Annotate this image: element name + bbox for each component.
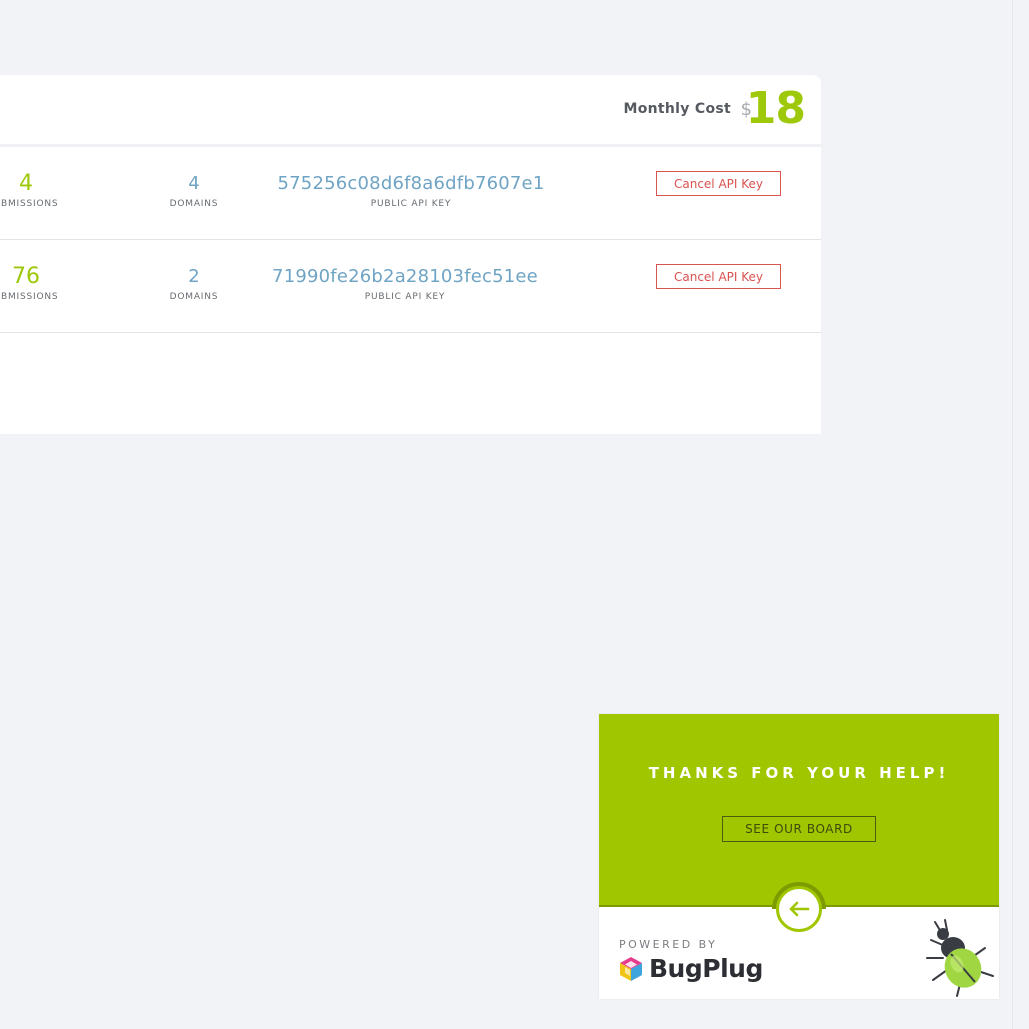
domains-label: DOMAINS <box>169 199 219 209</box>
api-keys-card: Monthly Cost $ 18 4 UBMISSIONS 4 DOMAINS… <box>0 75 821 434</box>
submissions-stat: 76 UBMISSIONS <box>0 264 92 303</box>
domains-stat: 4 DOMAINS <box>152 173 236 210</box>
thanks-message: THANKS FOR YOUR HELP! <box>648 764 950 782</box>
api-key-label: PUBLIC API KEY <box>370 199 452 209</box>
api-key-label: PUBLIC API KEY <box>364 292 446 302</box>
page: Monthly Cost $ 18 4 UBMISSIONS 4 DOMAINS… <box>0 0 1029 1029</box>
submissions-count: 4 <box>19 171 33 196</box>
cancel-api-key-button[interactable]: Cancel API Key <box>656 171 781 196</box>
monthly-cost-value: 18 <box>745 83 806 134</box>
cancel-api-key-button[interactable]: Cancel API Key <box>656 264 781 289</box>
arrow-left-icon <box>789 901 810 917</box>
bugplug-banner: THANKS FOR YOUR HELP! SEE OUR BOARD <box>599 714 999 907</box>
back-button[interactable] <box>776 886 822 932</box>
public-api-key: 575256c08d6f8a6dfb7607e1 PUBLIC API KEY <box>268 175 554 210</box>
submissions-stat: 4 UBMISSIONS <box>0 171 92 210</box>
card-header: Monthly Cost $ 18 <box>0 75 821 147</box>
bugplug-widget: THANKS FOR YOUR HELP! SEE OUR BOARD POWE… <box>599 714 999 999</box>
domains-count: 4 <box>188 173 200 194</box>
page-scrollbar[interactable] <box>1012 0 1029 1029</box>
api-key-row: 4 UBMISSIONS 4 DOMAINS 575256c08d6f8a6df… <box>0 147 821 240</box>
submissions-label: UBMISSIONS <box>0 199 59 209</box>
beetle-icon <box>926 919 994 997</box>
bugplug-logo[interactable]: BugPlug <box>619 954 763 983</box>
domains-stat: 2 DOMAINS <box>152 266 236 303</box>
api-key-value[interactable]: 71990fe26b2a28103fec51ee <box>268 268 542 286</box>
public-api-key: 71990fe26b2a28103fec51ee PUBLIC API KEY <box>268 268 542 303</box>
powered-by-label: POWERED BY <box>619 938 718 951</box>
bugplug-logo-icon <box>620 956 642 981</box>
domains-count: 2 <box>188 266 200 287</box>
domains-label: DOMAINS <box>169 292 219 302</box>
api-key-value[interactable]: 575256c08d6f8a6dfb7607e1 <box>268 175 554 193</box>
see-our-board-button[interactable]: SEE OUR BOARD <box>722 816 876 842</box>
api-key-row: 76 UBMISSIONS 2 DOMAINS 71990fe26b2a2810… <box>0 240 821 333</box>
monthly-cost-label: Monthly Cost <box>623 101 731 117</box>
bugplug-brand-text: BugPlug <box>649 954 763 983</box>
submissions-count: 76 <box>12 264 40 289</box>
submissions-label: UBMISSIONS <box>0 292 59 302</box>
